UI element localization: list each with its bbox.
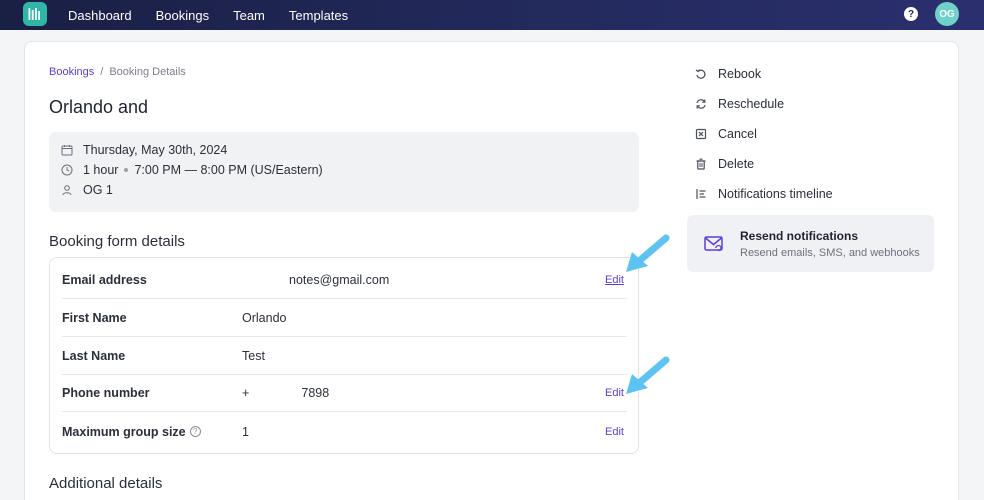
nav-bookings[interactable]: Bookings (156, 8, 209, 23)
page-title: Orlando and (49, 97, 149, 117)
booking-duration: 1 hour (83, 163, 119, 177)
email-label: Email address (62, 273, 147, 287)
edit-email-button[interactable]: Edit (605, 274, 624, 286)
host-row: OG 1 (61, 183, 113, 197)
cancel-button[interactable]: Cancel (695, 127, 757, 141)
last-name-label: Last Name (62, 349, 126, 363)
table-row: Maximum group size ? 1 Edit (62, 413, 627, 450)
reschedule-label: Reschedule (718, 97, 785, 111)
booking-host: OG 1 (83, 183, 113, 197)
table-row: Email address notes@gmail.com Edit (62, 262, 627, 299)
form-section-title: Booking form details (49, 233, 185, 250)
booking-summary: Thursday, May 30th, 2024 1 hour 7:00 PM … (49, 132, 639, 212)
annotation-arrow-icon (626, 234, 670, 272)
email-value: notes@gmail.com (289, 273, 390, 287)
booking-details-card: Bookings / Booking Details Orlando and T… (24, 41, 959, 500)
delete-label: Delete (718, 157, 755, 171)
booking-time: 7:00 PM — 8:00 PM (US/Eastern) (134, 163, 323, 177)
rebook-icon (695, 69, 706, 79)
resend-title: Resend notifications (740, 229, 859, 243)
first-name-value: Orlando (242, 311, 287, 325)
logo-icon (28, 8, 40, 20)
mail-resend-icon (704, 236, 723, 252)
notifications-timeline-label: Notifications timeline (718, 187, 833, 201)
user-icon (62, 185, 72, 196)
group-size-value: 1 (242, 424, 249, 439)
cancel-label: Cancel (718, 127, 757, 141)
rebook-button[interactable]: Rebook (695, 67, 761, 81)
nav-dashboard[interactable]: Dashboard (68, 8, 132, 23)
avatar[interactable]: OG (935, 2, 959, 26)
breadcrumb-current: Booking Details (109, 66, 186, 78)
help-circle-icon[interactable]: ? (189, 426, 201, 437)
group-size-label-text: Maximum group size (62, 424, 186, 439)
top-nav: Dashboard Bookings Team Templates ? OG (0, 0, 984, 30)
annotation-arrow-icon (626, 356, 670, 394)
last-name-value: Test (242, 349, 265, 363)
booking-date: Thursday, May 30th, 2024 (83, 143, 228, 157)
cancel-icon (695, 128, 707, 140)
calendar-icon (61, 145, 73, 156)
booking-form-details: Email address notes@gmail.com Edit First… (49, 257, 639, 454)
group-size-label: Maximum group size ? (62, 425, 201, 439)
main-nav: Dashboard Bookings Team Templates (68, 0, 348, 30)
nav-team[interactable]: Team (233, 8, 265, 23)
notifications-timeline-button[interactable]: Notifications timeline (695, 187, 833, 201)
first-name-label: First Name (62, 311, 127, 325)
help-icon[interactable]: ? (904, 7, 918, 21)
date-row: Thursday, May 30th, 2024 (61, 143, 227, 157)
resend-notifications-button[interactable]: Resend notifications Resend emails, SMS,… (687, 215, 934, 272)
phone-value: + 7898 (242, 386, 330, 400)
resend-subtitle: Resend emails, SMS, and webhooks (740, 247, 920, 259)
delete-button[interactable]: Delete (695, 157, 754, 171)
additional-section-title: Additional details (49, 475, 163, 492)
phone-label: Phone number (62, 386, 150, 400)
timeline-icon (696, 189, 706, 199)
time-row: 1 hour 7:00 PM — 8:00 PM (US/Eastern) (61, 163, 323, 177)
trash-icon (696, 158, 706, 170)
separator-dot (124, 168, 129, 172)
breadcrumb-bookings-link[interactable]: Bookings (49, 66, 94, 78)
table-row: First Name Orlando (62, 300, 627, 337)
breadcrumb: Bookings / Booking Details (49, 66, 186, 78)
breadcrumb-separator: / (100, 66, 104, 78)
reschedule-icon (696, 99, 706, 109)
clock-icon (61, 164, 73, 176)
table-row: Phone number + 7898 Edit (62, 375, 627, 412)
edit-phone-button[interactable]: Edit (605, 387, 624, 399)
nav-templates[interactable]: Templates (289, 8, 348, 23)
reschedule-button[interactable]: Reschedule (695, 97, 784, 111)
edit-group-size-button[interactable]: Edit (605, 426, 624, 438)
app-logo[interactable] (23, 2, 47, 26)
rebook-label: Rebook (718, 67, 762, 81)
table-row: Last Name Test (62, 338, 627, 375)
